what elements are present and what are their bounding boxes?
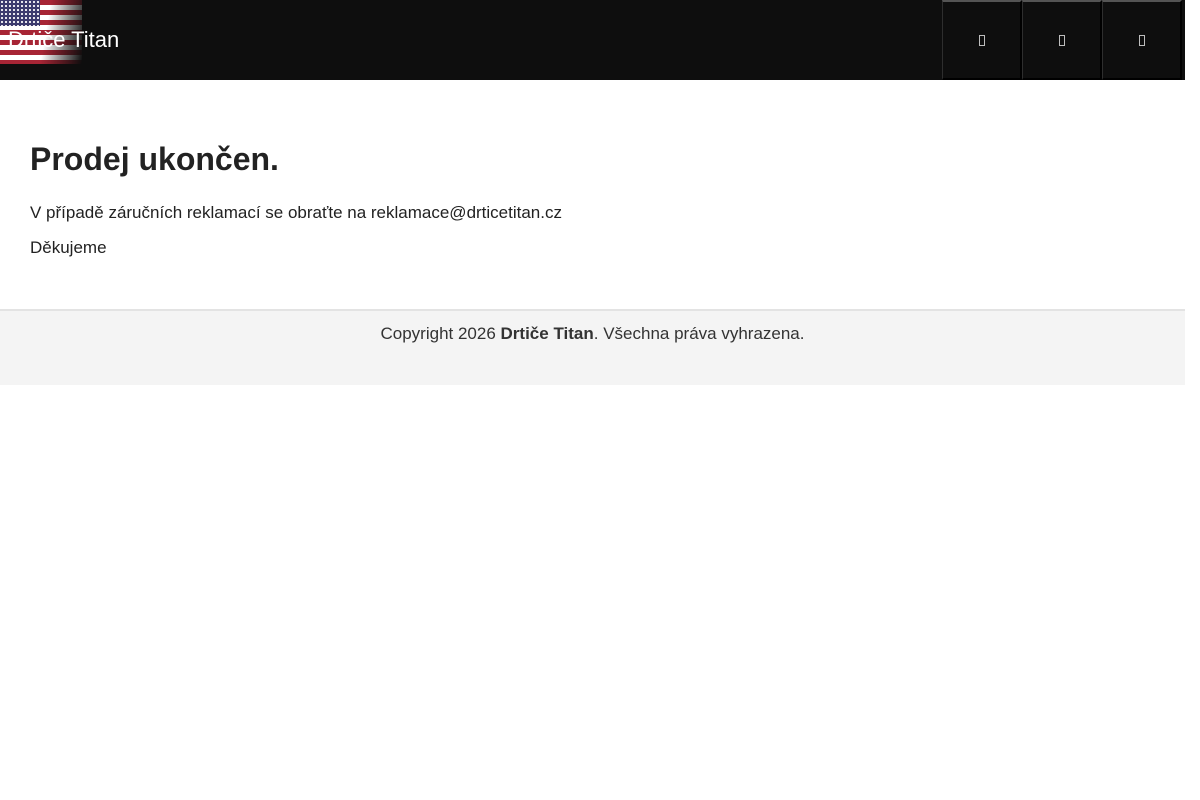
- copyright-prefix: Copyright 2026: [380, 324, 501, 343]
- copyright-suffix: . Všechna práva vyhrazena.: [593, 324, 805, 343]
- menu-button[interactable]: [1102, 0, 1182, 80]
- flag-canton: [0, 0, 40, 26]
- main-content: Prodej ukončen. V případě záručních rekl…: [0, 80, 1185, 258]
- thank-you-text: Děkujeme: [30, 238, 107, 258]
- footer-brand: Drtiče Titan: [500, 324, 594, 343]
- account-button[interactable]: [1022, 0, 1102, 80]
- copyright-text: Copyright 2026 Drtiče Titan. Všechna prá…: [0, 311, 1185, 344]
- page-title: Prodej ukončen.: [30, 141, 279, 177]
- search-button[interactable]: [942, 0, 1022, 80]
- user-icon: [1058, 34, 1065, 46]
- search-icon: [978, 34, 985, 46]
- site-logo-link[interactable]: Drtiče Titan: [8, 29, 119, 51]
- menu-icon: [1138, 34, 1145, 46]
- site-header: Drtiče Titan: [0, 0, 1185, 80]
- page: Drtiče Titan Prodej ukončen. V případě z…: [0, 0, 1185, 800]
- warranty-notice: V případě záručních reklamací se obraťte…: [30, 203, 562, 223]
- site-footer: Copyright 2026 Drtiče Titan. Všechna prá…: [0, 309, 1185, 385]
- header-actions: [942, 0, 1182, 80]
